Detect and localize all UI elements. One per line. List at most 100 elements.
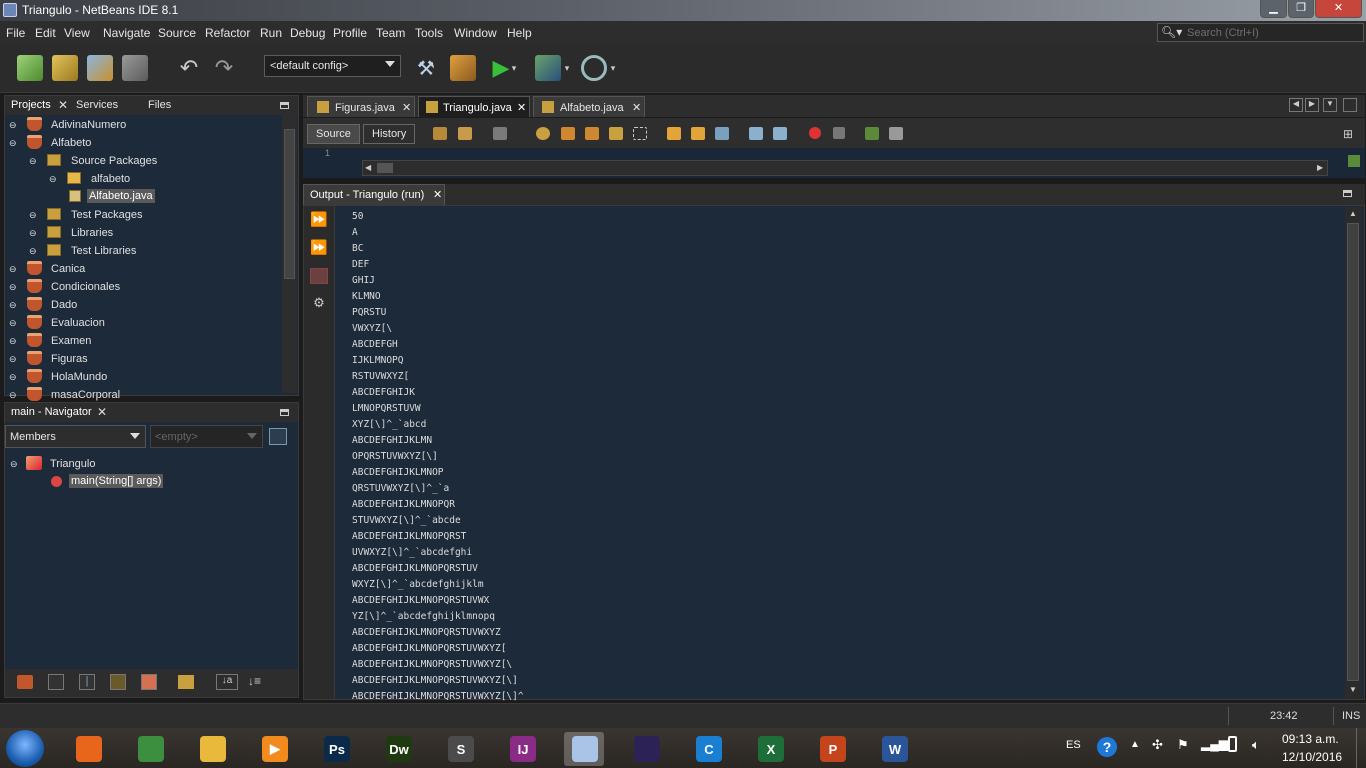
close-tab-icon[interactable]: ✕: [517, 101, 526, 114]
back-icon[interactable]: [458, 127, 472, 140]
clean-build-icon[interactable]: [450, 55, 476, 81]
menu-file[interactable]: File: [6, 26, 25, 40]
tab-output-triangulo[interactable]: Output - Triangulo (run) ✕: [303, 184, 445, 205]
menu-view[interactable]: View: [64, 26, 90, 40]
close-tab-icon[interactable]: ✕: [632, 101, 641, 114]
editor-horizontal-scrollbar[interactable]: ◀ ▶: [362, 160, 1328, 176]
filter-inner-icon[interactable]: [141, 674, 157, 690]
menu-window[interactable]: Window: [454, 26, 497, 40]
menu-run[interactable]: Run: [260, 26, 282, 40]
profile-dropdown-icon[interactable]: ▾: [607, 55, 619, 81]
stop-macro-icon[interactable]: [833, 127, 845, 139]
maximize-editor-icon[interactable]: [1343, 98, 1357, 112]
show-hidden-icons[interactable]: ▲: [1130, 739, 1140, 750]
menu-tools[interactable]: Tools: [415, 26, 443, 40]
menu-profile[interactable]: Profile: [333, 26, 367, 40]
minimize-output-icon[interactable]: [1343, 190, 1352, 197]
previous-bookmark-icon[interactable]: [667, 127, 681, 140]
taskbar-photoshop[interactable]: Ps: [316, 732, 356, 766]
expand-icon[interactable]: ⊖: [9, 120, 20, 130]
expand-icon[interactable]: ⊖: [9, 300, 20, 310]
show-desktop-button[interactable]: [1356, 728, 1366, 768]
build-hammer-icon[interactable]: ⚒: [413, 55, 439, 81]
tab-files[interactable]: Files: [148, 99, 171, 111]
menu-team[interactable]: Team: [376, 26, 405, 40]
open-project-icon[interactable]: [87, 55, 113, 81]
settings-icon[interactable]: ⚙: [310, 295, 328, 311]
save-all-icon[interactable]: [122, 55, 148, 81]
sort-by-source-icon[interactable]: [178, 675, 194, 689]
menu-edit[interactable]: Edit: [35, 26, 56, 40]
close-button[interactable]: ✕: [1315, 0, 1362, 18]
minimize-navigator-icon[interactable]: [280, 409, 289, 416]
taskbar-ccleaner[interactable]: C: [688, 732, 728, 766]
tab-list-icon[interactable]: ▼: [1323, 98, 1337, 112]
menu-navigate[interactable]: Navigate: [103, 26, 150, 40]
comment-icon[interactable]: [865, 127, 879, 140]
menu-debug[interactable]: Debug: [290, 26, 325, 40]
split-editor-icon[interactable]: ⊞: [1343, 127, 1353, 141]
debug-dropdown-icon[interactable]: ▾: [561, 55, 573, 81]
new-file-icon[interactable]: [17, 55, 43, 81]
scroll-up-icon[interactable]: ▲: [1349, 209, 1357, 218]
expand-icon[interactable]: ⊖: [29, 228, 40, 238]
expand-icon[interactable]: ⊖: [9, 390, 20, 400]
undo-icon[interactable]: ↶: [176, 55, 202, 81]
scroll-down-icon[interactable]: ▼: [1349, 685, 1357, 694]
menu-refactor[interactable]: Refactor: [205, 26, 250, 40]
sort-alpha-icon[interactable]: ↓≡: [248, 674, 261, 688]
projects-scrollbar[interactable]: [282, 115, 297, 393]
debug-icon[interactable]: [535, 55, 561, 81]
taskbar-excel[interactable]: X: [750, 732, 790, 766]
filter-fields-icon[interactable]: [48, 674, 64, 690]
new-project-icon[interactable]: [52, 55, 78, 81]
collapse-icon[interactable]: ⊖: [10, 459, 21, 469]
tab-triangulo-java[interactable]: Triangulo.java ✕: [418, 96, 530, 117]
expand-icon[interactable]: ⊖: [9, 264, 20, 274]
start-macro-icon[interactable]: [809, 127, 821, 139]
scroll-tabs-right-icon[interactable]: ▶: [1305, 98, 1319, 112]
run-dropdown-icon[interactable]: ▾: [508, 55, 520, 81]
redo-icon[interactable]: ↷: [211, 55, 237, 81]
action-center-icon[interactable]: ⚑: [1177, 737, 1189, 753]
find-previous-icon[interactable]: [561, 127, 575, 140]
clock-date[interactable]: 12/10/2016: [1282, 750, 1342, 764]
expand-icon[interactable]: ⊖: [9, 318, 20, 328]
shift-right-icon[interactable]: [773, 127, 787, 140]
stop-icon[interactable]: [310, 268, 328, 284]
taskbar-word[interactable]: W: [874, 732, 914, 766]
taskbar-explorer[interactable]: [192, 732, 232, 766]
expand-icon[interactable]: ⊖: [29, 156, 40, 166]
scroll-tabs-left-icon[interactable]: ◀: [1289, 98, 1303, 112]
members-select[interactable]: Members: [5, 425, 146, 448]
network-icon[interactable]: ▂▄▆: [1201, 737, 1228, 751]
language-indicator[interactable]: ES: [1066, 739, 1081, 751]
sort-name-icon[interactable]: ↓a: [216, 674, 238, 690]
find-selection-icon[interactable]: [609, 127, 623, 140]
close-navigator-icon[interactable]: ✕: [97, 405, 107, 419]
uncomment-icon[interactable]: [889, 127, 903, 140]
expand-icon[interactable]: ⊖: [9, 138, 20, 148]
shift-left-icon[interactable]: [749, 127, 763, 140]
next-bookmark-icon[interactable]: [691, 127, 705, 140]
filter-inherited-icon[interactable]: [17, 675, 33, 689]
expand-icon[interactable]: ⊖: [29, 246, 40, 256]
taskbar-sublime[interactable]: S: [440, 732, 480, 766]
scroll-right-icon[interactable]: ▶: [1317, 163, 1323, 172]
empty-select[interactable]: <empty>: [150, 425, 263, 448]
start-button[interactable]: [6, 730, 44, 767]
tray-tools-icon[interactable]: ✣: [1152, 737, 1163, 753]
volume-icon[interactable]: 🔈︎: [1252, 737, 1260, 753]
taskbar-dreamweaver[interactable]: Dw: [378, 732, 418, 766]
find-next-icon[interactable]: [585, 127, 599, 140]
source-button[interactable]: Source: [307, 124, 360, 144]
minimize-panel-icon[interactable]: [280, 102, 289, 109]
battery-icon[interactable]: [1228, 736, 1237, 752]
select-icon[interactable]: [633, 127, 647, 140]
help-icon[interactable]: ?: [1097, 737, 1117, 757]
scroll-thumb[interactable]: [377, 163, 393, 173]
tab-alfabeto-java[interactable]: Alfabeto.java ✕: [533, 96, 645, 117]
config-select[interactable]: <default config>: [264, 55, 401, 77]
menu-source[interactable]: Source: [158, 26, 196, 40]
close-projects-icon[interactable]: ✕: [58, 98, 68, 112]
